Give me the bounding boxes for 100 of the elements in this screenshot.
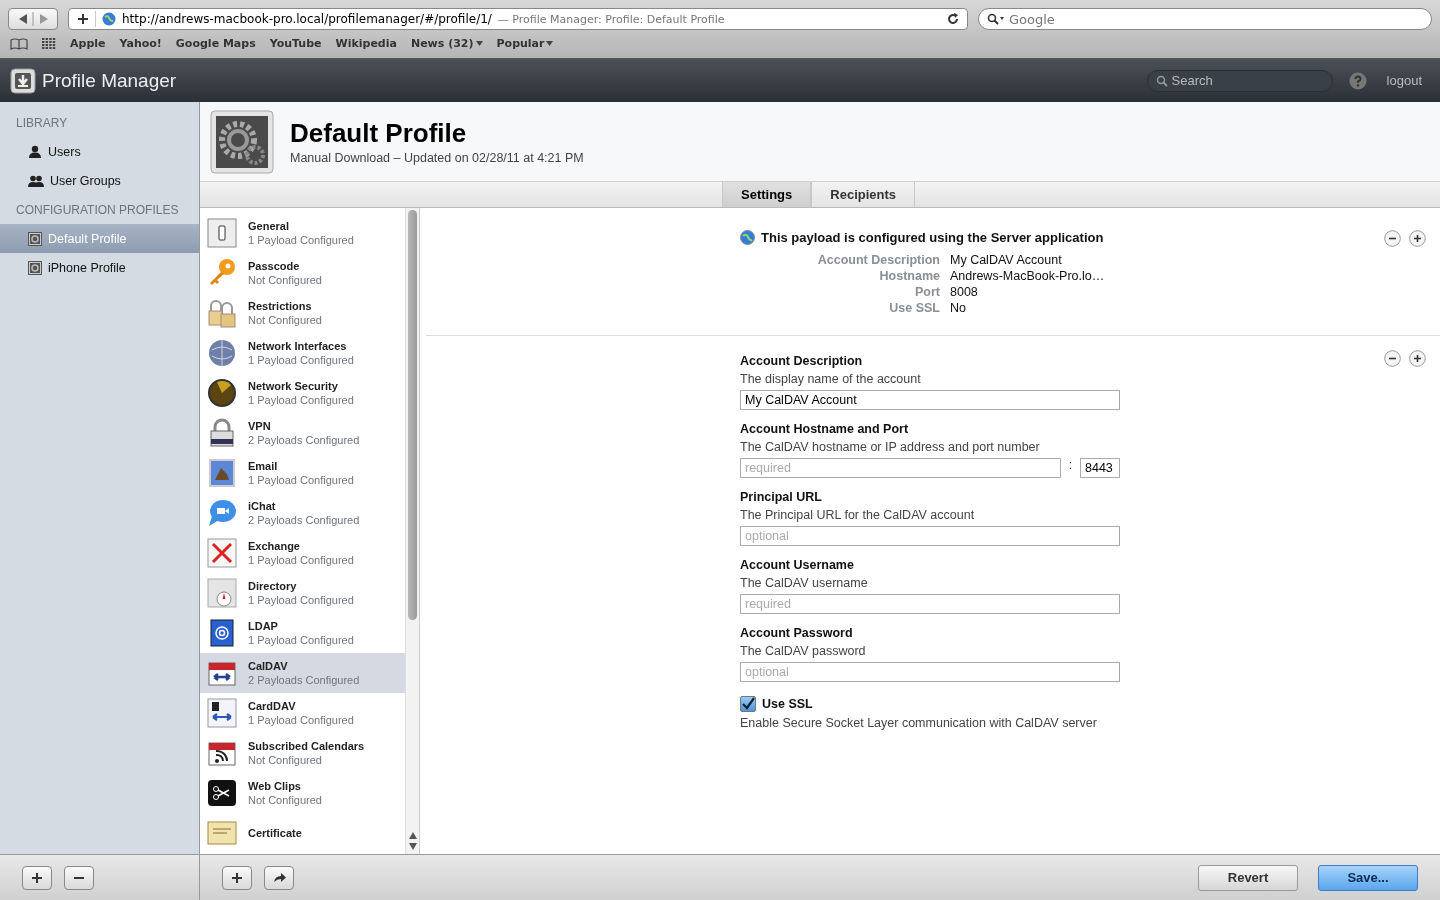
payload-item[interactable]: CalDAV 2 Payloads Configured xyxy=(200,653,405,693)
padlocks-icon xyxy=(207,298,237,328)
tab[interactable]: Recipients xyxy=(811,182,916,207)
sidebar-item[interactable]: Users xyxy=(0,137,199,166)
sidebar-item[interactable]: iPhone Profile xyxy=(0,253,199,282)
payload-item[interactable]: Network Interfaces 1 Payload Configured xyxy=(200,333,405,373)
payload-status: 1 Payload Configured xyxy=(248,234,354,246)
payload-item[interactable]: LDAP 1 Payload Configured xyxy=(200,613,405,653)
payload-status: 1 Payload Configured xyxy=(248,354,354,366)
field-description: The display name of the account xyxy=(740,372,922,386)
caret-icon xyxy=(546,41,554,46)
add-button[interactable] xyxy=(22,865,52,890)
app-logo-icon xyxy=(10,67,36,94)
field-label: Port xyxy=(914,285,940,299)
field-description: The CalDAV username xyxy=(740,576,869,590)
add-button[interactable] xyxy=(222,865,252,890)
hostname-field[interactable]: required xyxy=(740,458,1061,478)
bookmark-link[interactable]: Apple xyxy=(70,37,106,50)
checkbox[interactable] xyxy=(740,696,756,712)
search-field[interactable]: Search xyxy=(1146,69,1333,92)
revert-button[interactable]: Revert xyxy=(1198,864,1298,891)
bookmark-link[interactable]: Google Maps xyxy=(175,37,256,50)
payload-status: 1 Payload Configured xyxy=(248,634,354,646)
plus-icon xyxy=(231,871,243,884)
payload-item[interactable]: iChat 2 Payloads Configured xyxy=(200,493,405,533)
payload-item[interactable]: VPN 2 Payloads Configured xyxy=(200,413,405,453)
bookmark-link[interactable]: YouTube xyxy=(269,37,322,50)
bookmark-link[interactable]: Yahoo! xyxy=(119,37,162,50)
switch-icon xyxy=(207,218,237,248)
help-icon[interactable] xyxy=(1348,71,1367,90)
scroll-up-icon[interactable] xyxy=(408,832,417,839)
input-field[interactable]: My CalDAV Account xyxy=(740,390,1120,410)
payload-item[interactable]: Certificate xyxy=(200,813,405,853)
payload-name: Certificate xyxy=(248,827,302,839)
reload-icon[interactable] xyxy=(947,13,959,25)
section-heading: CONFIGURATION PROFILES xyxy=(15,201,180,219)
input-field[interactable]: required xyxy=(740,594,1120,614)
profile-subtitle: Manual Download – Updated on 02/28/11 at 4:21 PM xyxy=(290,151,584,165)
bookmark-link[interactable]: Wikipedia xyxy=(335,37,397,50)
exchange-icon xyxy=(207,538,237,568)
scissors-icon xyxy=(207,778,237,808)
app-title: Profile Manager xyxy=(42,69,177,92)
payload-item[interactable]: Web Clips Not Configured xyxy=(200,773,405,813)
add-icon[interactable] xyxy=(1409,230,1426,247)
search-field[interactable]: Google xyxy=(978,8,1432,30)
payload-item[interactable]: Passcode Not Configured xyxy=(200,253,405,293)
sidebar-item[interactable]: User Groups xyxy=(0,166,199,195)
bookmark-link[interactable]: News (32) xyxy=(410,37,483,50)
scroll-down-icon[interactable] xyxy=(408,843,417,850)
payload-status: 2 Payloads Configured xyxy=(248,674,360,686)
payload-notice: This payload is configured using the Server application xyxy=(761,230,1104,245)
payload-item[interactable]: Restrictions Not Configured xyxy=(200,293,405,333)
payload-status: Not Configured xyxy=(248,754,323,766)
field-description: The CalDAV password xyxy=(740,644,867,658)
share-button[interactable] xyxy=(264,865,294,890)
field-label: Account Description xyxy=(816,253,940,267)
compass-icon xyxy=(207,578,237,608)
payload-item[interactable]: Email 1 Payload Configured xyxy=(200,453,405,493)
add-icon[interactable] xyxy=(1409,350,1426,367)
payload-name: General xyxy=(248,220,290,232)
input-field[interactable]: optional xyxy=(740,662,1120,682)
remove-button[interactable] xyxy=(64,865,94,890)
field-value: 8008 xyxy=(950,285,979,299)
radar-icon xyxy=(207,378,237,408)
add-icon[interactable] xyxy=(77,13,89,25)
payload-name: VPN xyxy=(248,420,272,432)
payload-item[interactable]: CardDAV 1 Payload Configured xyxy=(200,693,405,733)
certificate-icon xyxy=(207,818,237,848)
globe-icon xyxy=(207,338,237,368)
remove-icon[interactable] xyxy=(1384,230,1401,247)
payload-status: 1 Payload Configured xyxy=(248,474,354,486)
address-bar[interactable]: http://andrews-macbook-pro.local/profilemanager/#/profile/1/ — Profile Manager: Profile: Default Profile xyxy=(68,8,968,30)
save-button[interactable]: Save... xyxy=(1318,864,1418,891)
separator: : xyxy=(1068,458,1072,472)
payload-item[interactable]: General 1 Payload Configured xyxy=(200,213,405,253)
padlock-icon xyxy=(207,418,237,448)
field-description: The CalDAV hostname or IP address and port number xyxy=(740,440,1041,454)
port-field[interactable]: 8443 xyxy=(1080,458,1120,478)
bookmark-link[interactable]: Popular xyxy=(496,37,554,50)
payload-item[interactable]: Network Security 1 Payload Configured xyxy=(200,373,405,413)
page-title: — Profile Manager: Profile: Default Profile xyxy=(497,12,725,26)
payload-status: 1 Payload Configured xyxy=(248,554,354,566)
field-label: Use SSL xyxy=(762,697,813,711)
back-forward-buttons[interactable] xyxy=(8,8,58,30)
payload-item[interactable]: Directory 1 Payload Configured xyxy=(200,573,405,613)
tab[interactable]: Settings xyxy=(722,182,812,207)
payload-name: LDAP xyxy=(248,620,279,632)
section-heading: LIBRARY xyxy=(15,114,69,132)
chat-bubble-icon xyxy=(207,498,237,528)
payload-item[interactable]: Subscribed Calendars Not Configured xyxy=(200,733,405,773)
scrollbar[interactable] xyxy=(405,208,419,854)
payload-item[interactable]: Exchange 1 Payload Configured xyxy=(200,533,405,573)
payload-status: Not Configured xyxy=(248,794,322,806)
plus-icon xyxy=(31,871,43,884)
logout-link[interactable]: logout xyxy=(1386,73,1422,88)
book-icon[interactable] xyxy=(10,37,28,50)
input-field[interactable]: optional xyxy=(740,526,1120,546)
payload-name: iChat xyxy=(248,500,277,512)
remove-icon[interactable] xyxy=(1384,350,1401,367)
grid-icon[interactable] xyxy=(42,37,56,50)
